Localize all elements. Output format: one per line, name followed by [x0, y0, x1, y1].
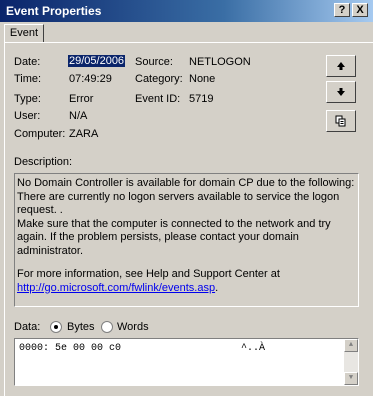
user-value: N/A — [69, 110, 88, 122]
data-view[interactable]: 0000: 5e 00 00 c0 ^..À ▲ ▼ — [14, 338, 359, 386]
help-button[interactable]: ? — [334, 3, 350, 17]
source-value: NETLOGON — [189, 56, 251, 68]
help-link[interactable]: http://go.microsoft.com/fwlink/events.as… — [17, 282, 215, 294]
date-value[interactable]: 29/05/2006 — [68, 55, 126, 67]
data-label: Data: — [14, 321, 41, 333]
scroll-up-icon[interactable]: ▲ — [344, 339, 358, 352]
date-value-text: 29/05/2006 — [68, 55, 126, 67]
tab-event[interactable]: Event — [4, 24, 44, 43]
copy-button[interactable] — [326, 110, 356, 132]
description-label: Description: — [14, 156, 73, 168]
event-id-value: 5719 — [189, 93, 214, 105]
ascii-line: ^..À — [241, 343, 266, 354]
date-label: Date: — [14, 56, 41, 68]
hex-line: 0000: 5e 00 00 c0 — [19, 343, 122, 354]
description-line-2: There are currently no logon servers ava… — [17, 190, 340, 217]
previous-event-button[interactable] — [326, 55, 356, 77]
time-label: Time: — [14, 73, 42, 85]
bytes-radio[interactable] — [50, 321, 62, 333]
data-scrollbar[interactable]: ▲ ▼ — [344, 339, 358, 385]
description-line-4: For more information, see Help and Suppo… — [17, 268, 280, 280]
close-button[interactable]: X — [352, 3, 368, 17]
user-label: User: — [14, 110, 41, 122]
type-label: Type: — [14, 93, 41, 105]
event-id-label: Event ID: — [135, 93, 181, 105]
bytes-label[interactable]: Bytes — [67, 321, 95, 333]
category-label: Category: — [135, 73, 183, 85]
time-value: 07:49:29 — [69, 73, 112, 85]
computer-value: ZARA — [69, 128, 99, 140]
source-label: Source: — [135, 56, 173, 68]
copy-icon — [335, 115, 346, 127]
scroll-down-icon[interactable]: ▼ — [344, 372, 358, 385]
category-value: None — [189, 73, 216, 85]
radio-selected-dot — [54, 325, 58, 329]
description-line-3: Make sure that the computer is connected… — [17, 217, 331, 257]
type-value: Error — [69, 93, 94, 105]
title-bar: Event Properties ? X — [0, 0, 373, 22]
link-suffix: . — [215, 281, 219, 294]
arrow-down-icon — [337, 88, 345, 96]
computer-label: Computer: — [14, 128, 66, 140]
words-radio[interactable] — [101, 321, 113, 333]
next-event-button[interactable] — [326, 81, 356, 103]
words-label[interactable]: Words — [117, 321, 149, 333]
window-title: Event Properties — [6, 4, 102, 18]
description-text[interactable]: No Domain Controller is available for do… — [14, 173, 359, 307]
description-line-1: No Domain Controller is available for do… — [17, 177, 355, 189]
arrow-up-icon — [337, 62, 345, 70]
